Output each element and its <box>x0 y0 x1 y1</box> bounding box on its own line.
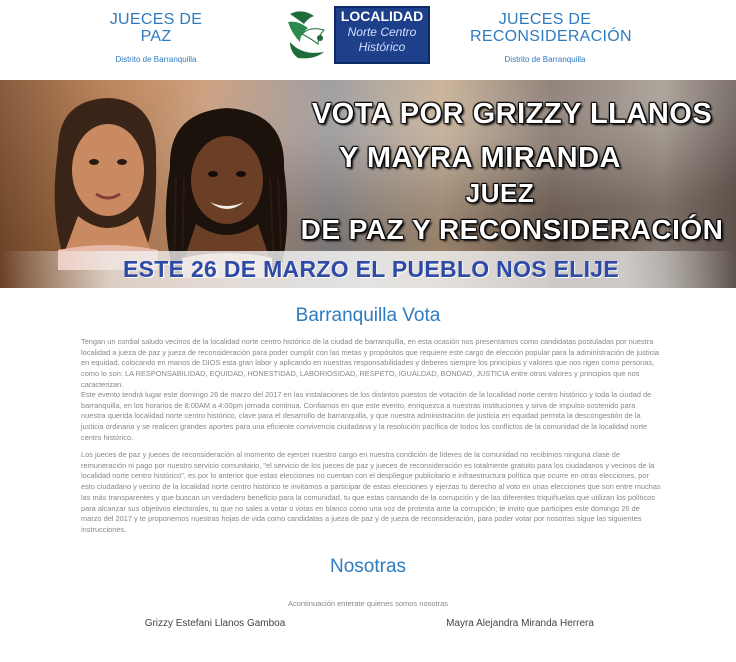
logo-line2: Norte Centro <box>347 25 417 39</box>
nav-jueces-de-reconsideracion[interactable]: JUECES DE RECONSIDERACIÓN Distrito de Ba… <box>470 11 632 64</box>
banner-headline-line4: DE PAZ Y RECONSIDERACIÓN <box>300 214 724 245</box>
section-title-nosotras: Nosotras <box>329 556 407 577</box>
intro-paragraph-1: Tengan un cordial saludo vecinos de la l… <box>81 337 660 389</box>
banner-headline-line1: VOTA POR GRIZZY LLANOS <box>311 98 713 130</box>
nav-jueces-de-reconsideracion-subtitle: Distrito de Barranquilla <box>504 55 586 64</box>
logo-text-box: LOCALIDAD Norte Centro Histórico <box>334 6 430 64</box>
banner-strip-text: ESTE 26 DE MARZO EL PUEBLO NOS ELIJE <box>123 256 620 282</box>
nav-jueces-de-reconsideracion-title[interactable]: JUECES DE RECONSIDERACIÓN <box>470 11 632 45</box>
nav-jueces-de-paz-subtitle: Distrito de Barranquilla <box>115 55 197 64</box>
nosotras-intro: Acontinuación enterate quienes somos nos… <box>287 599 449 608</box>
logo-line1: LOCALIDAD <box>340 8 424 24</box>
nav-jueces-de-paz[interactable]: JUECES DE PAZ Distrito de Barranquilla <box>100 11 212 64</box>
hero-banner: VOTA POR GRIZZY LLANOS Y MAYRA MIRANDA J… <box>0 80 736 288</box>
section-title-barranquilla-vota: Barranquilla Vota <box>295 305 441 326</box>
candidate-name-mayra: Mayra Alejandra Miranda Herrera <box>446 618 594 629</box>
nav-jueces-de-paz-title[interactable]: JUECES DE PAZ <box>100 11 212 45</box>
banner-headline-line3: JUEZ <box>465 178 535 208</box>
site-logo[interactable]: LOCALIDAD Norte Centro Histórico <box>284 6 430 64</box>
logo-emblem-icon <box>288 11 325 59</box>
intro-paragraph-3: Los jueces de paz y jueces de reconsider… <box>81 450 661 534</box>
banner-headline-line2: Y MAYRA MIRANDA <box>339 142 621 174</box>
intro-paragraph-2: Este evento tendrá lugar este domingo 26… <box>81 390 652 442</box>
logo-line3: Histórico <box>358 40 406 54</box>
site-header: JUECES DE PAZ Distrito de Barranquilla L… <box>0 0 736 80</box>
candidate-name-grizzy: Grizzy Estefani Llanos Gamboa <box>144 618 286 629</box>
